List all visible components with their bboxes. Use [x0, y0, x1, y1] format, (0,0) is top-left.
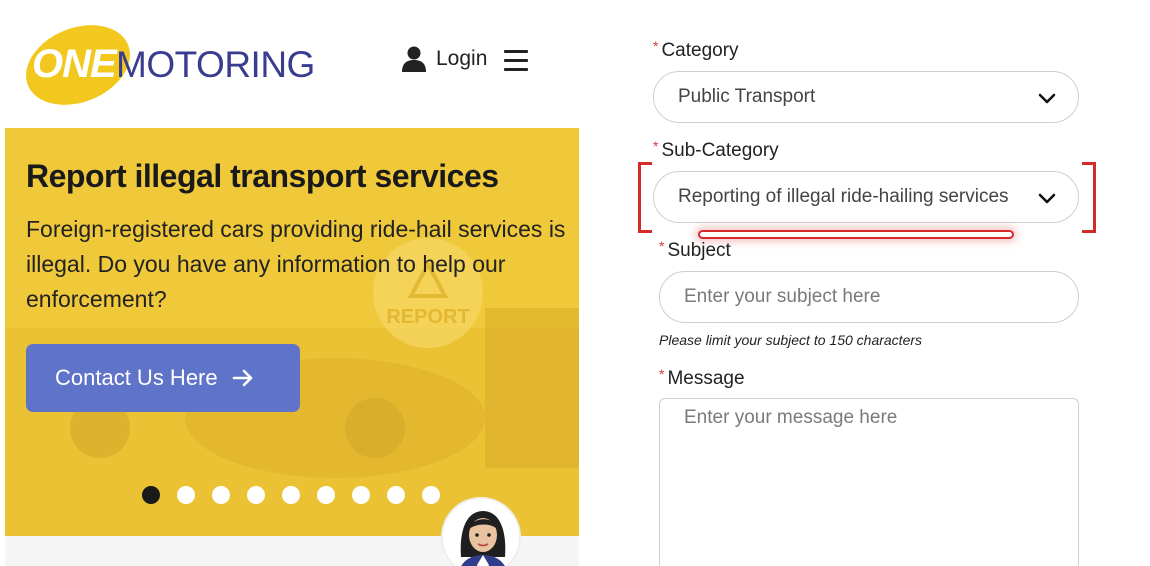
category-label: * Category — [653, 38, 739, 61]
highlight-bracket-left — [638, 162, 652, 233]
required-marker: * — [653, 38, 659, 54]
logo-text-one: ONE — [32, 42, 117, 86]
hamburger-menu-icon[interactable] — [504, 50, 528, 72]
sub-category-label: * Sub-Category — [653, 138, 779, 161]
logo-text-motoring: MOTORING — [116, 44, 315, 85]
category-value: Public Transport — [678, 86, 816, 107]
carousel-dot[interactable] — [422, 486, 440, 504]
assistant-avatar-icon — [443, 499, 519, 566]
carousel-dot[interactable] — [282, 486, 300, 504]
banner-description: Foreign-registered cars providing ride-h… — [26, 216, 566, 312]
subject-hint: Please limit your subject to 150 charact… — [659, 332, 923, 348]
subject-input[interactable]: Enter your subject here — [659, 271, 1079, 323]
subject-label: * Subject — [659, 238, 731, 261]
message-label: * Message — [659, 366, 745, 389]
carousel-dot[interactable] — [247, 486, 265, 504]
message-textarea[interactable]: Enter your message here — [659, 398, 1079, 566]
category-select[interactable]: Public Transport — [653, 71, 1079, 123]
carousel-dot[interactable] — [177, 486, 195, 504]
carousel-dot[interactable] — [212, 486, 230, 504]
banner-title: Report illegal transport services — [26, 158, 499, 194]
carousel-dot[interactable] — [142, 486, 160, 504]
carousel-dots — [142, 486, 440, 504]
login-label: Login — [436, 47, 488, 70]
onemotoring-logo[interactable]: ONE MOTORING — [14, 10, 315, 120]
sub-category-value: Reporting of illegal ride-hailing servic… — [678, 186, 1009, 207]
chevron-down-icon — [1038, 93, 1056, 104]
carousel-dot[interactable] — [387, 486, 405, 504]
arrow-right-icon — [232, 369, 252, 387]
promo-banner: REPORT Report illegal transport services… — [5, 128, 579, 536]
sub-category-select[interactable]: Reporting of illegal ride-hailing servic… — [653, 171, 1079, 223]
required-marker: * — [659, 366, 665, 382]
carousel-dot[interactable] — [317, 486, 335, 504]
contact-us-label: Contact Us Here — [55, 365, 218, 390]
highlight-bracket-right — [1082, 162, 1096, 233]
user-icon — [402, 46, 426, 72]
carousel-dot[interactable] — [352, 486, 370, 504]
required-marker: * — [659, 238, 665, 254]
contact-us-button[interactable]: Contact Us Here — [26, 344, 300, 412]
highlight-underline — [698, 230, 1014, 239]
required-marker: * — [653, 138, 659, 154]
chevron-down-icon — [1038, 193, 1056, 204]
login-button[interactable]: Login — [402, 46, 487, 72]
left-panel: ONE MOTORING Login REPORT Report illegal… — [0, 0, 600, 566]
